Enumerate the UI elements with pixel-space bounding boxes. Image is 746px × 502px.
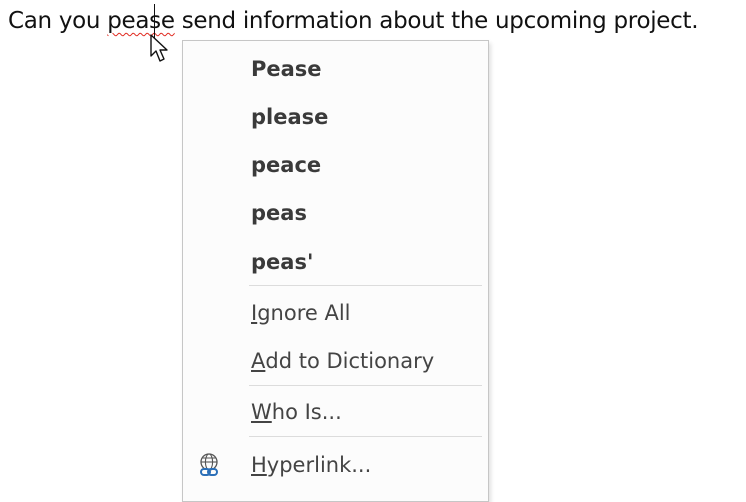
add-to-dictionary-item[interactable]: Add to Dictionary: [183, 341, 488, 381]
text-after: send information about the upcoming proj…: [174, 8, 699, 34]
menu-item-label: dd to Dictionary: [265, 349, 435, 373]
suggestion-peas[interactable]: peas: [183, 193, 488, 233]
suggestion-peace[interactable]: peace: [183, 145, 488, 185]
spelling-context-menu: Pease please peace peas peas' Ignore All…: [182, 40, 489, 502]
accelerator-key: W: [251, 400, 272, 424]
suggestion-pease-capitalized[interactable]: Pease: [183, 49, 488, 89]
menu-separator: [249, 436, 482, 437]
text-caret: [154, 4, 155, 38]
accelerator-key: A: [251, 349, 266, 373]
suggestion-peas-apostrophe[interactable]: peas': [183, 242, 488, 282]
suggestion-please[interactable]: please: [183, 97, 488, 137]
ignore-all-item[interactable]: Ignore All: [183, 293, 488, 333]
document-text-line[interactable]: Can you pease send information about the…: [8, 8, 699, 34]
who-is-item[interactable]: Who Is...: [183, 392, 488, 432]
globe-link-icon: [200, 453, 218, 476]
menu-item-label: yperlink...: [266, 453, 372, 477]
arrow-cursor-icon: [150, 34, 168, 62]
menu-item-label: gnore All: [257, 301, 351, 325]
hyperlink-item[interactable]: Hyperlink...: [183, 445, 488, 485]
menu-item-label: ho Is...: [271, 400, 342, 424]
menu-separator: [249, 385, 482, 386]
menu-separator: [249, 285, 482, 286]
text-before: Can you: [8, 8, 108, 34]
misspelled-word[interactable]: pease: [107, 8, 175, 34]
accelerator-key: H: [251, 453, 267, 477]
